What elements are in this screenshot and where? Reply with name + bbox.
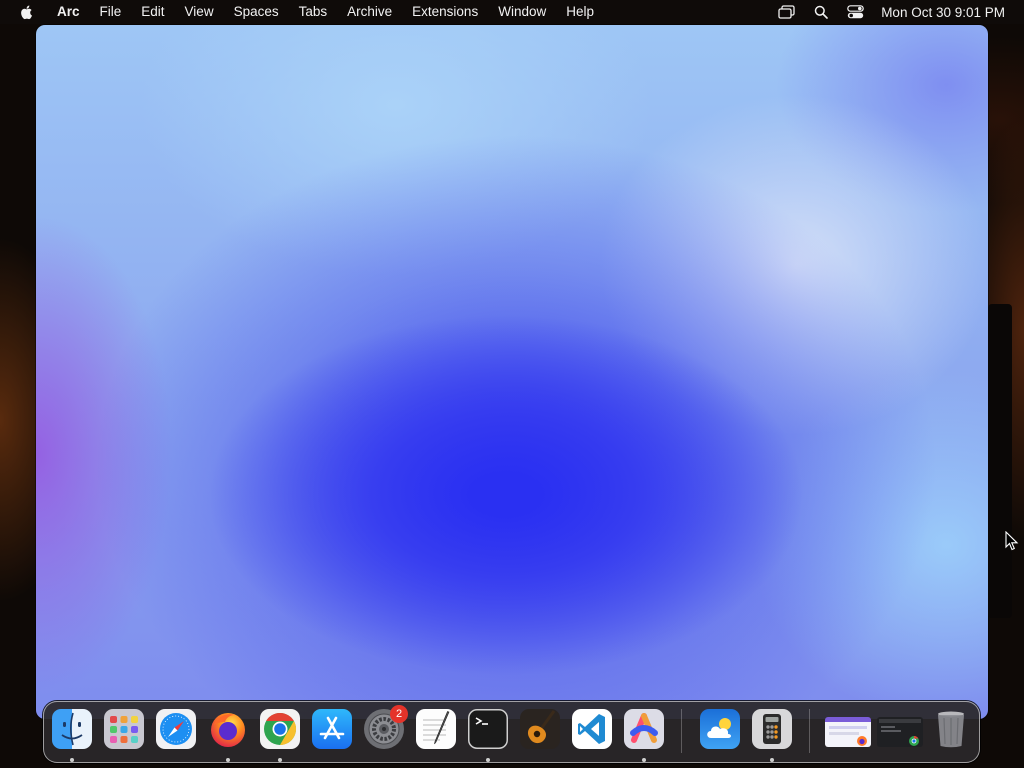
dock-item-garageband[interactable]	[518, 707, 562, 751]
dock-item-chrome[interactable]	[258, 707, 302, 762]
finder-icon	[52, 709, 92, 749]
trash-icon	[931, 709, 971, 749]
guitar-icon	[520, 709, 560, 749]
menu-bar-clock[interactable]: Mon Oct 30 9:01 PM	[881, 5, 1005, 20]
running-indicator	[770, 758, 774, 762]
running-indicator	[278, 758, 282, 762]
dock-item-calculator[interactable]	[750, 707, 794, 762]
calculator-icon	[752, 709, 792, 749]
menu-help[interactable]: Help	[556, 0, 604, 24]
launchpad-icon	[104, 709, 144, 749]
apple-logo-icon[interactable]	[19, 4, 35, 20]
minimized-window-thumbnail	[877, 717, 923, 747]
menu-tabs[interactable]: Tabs	[289, 0, 338, 24]
dock-item-textedit[interactable]	[414, 707, 458, 751]
menu-file[interactable]: File	[90, 0, 132, 24]
terminal-icon	[468, 709, 508, 749]
weather-cloud-icon	[700, 709, 740, 749]
running-indicator	[642, 758, 646, 762]
menu-view[interactable]: View	[175, 0, 224, 24]
dock-minimized-window-chrome[interactable]	[875, 707, 923, 751]
notification-badge: 2	[390, 705, 408, 723]
dock-item-firefox[interactable]	[206, 707, 250, 762]
firefox-icon	[208, 709, 248, 749]
chrome-icon	[260, 709, 300, 749]
arc-browser-window[interactable]	[36, 25, 988, 719]
dock-separator	[809, 709, 810, 753]
running-indicator	[486, 758, 490, 762]
menu-spaces[interactable]: Spaces	[224, 0, 289, 24]
dock-item-trash[interactable]	[929, 707, 973, 751]
running-indicator	[226, 758, 230, 762]
dock-item-app-store[interactable]	[310, 707, 354, 751]
dock-item-weather[interactable]	[698, 707, 742, 751]
dock-item-system-settings[interactable]: 2	[362, 705, 408, 751]
dock-separator	[681, 709, 682, 753]
textedit-icon	[416, 709, 456, 749]
dock-item-vscode[interactable]	[570, 707, 614, 751]
spotlight-search-icon[interactable]	[812, 4, 830, 20]
screen-mirroring-icon[interactable]	[778, 4, 796, 20]
menu-edit[interactable]: Edit	[131, 0, 174, 24]
arc-icon	[624, 709, 664, 749]
dock-item-finder[interactable]	[50, 707, 94, 762]
menu-window[interactable]: Window	[488, 0, 556, 24]
menu-app-name[interactable]: Arc	[47, 0, 90, 24]
dock-item-safari[interactable]	[154, 707, 198, 751]
minimized-window-thumbnail	[825, 717, 871, 747]
dock: 2	[43, 701, 980, 763]
running-indicator	[70, 758, 74, 762]
dock-item-terminal[interactable]	[466, 707, 510, 762]
dock-minimized-window-firefox[interactable]	[823, 707, 871, 751]
control-center-icon[interactable]	[846, 4, 864, 20]
menu-extensions[interactable]: Extensions	[402, 0, 488, 24]
menu-bar: Arc File Edit View Spaces Tabs Archive E…	[0, 0, 1024, 24]
vscode-icon	[572, 709, 612, 749]
background-window-edge	[988, 304, 1012, 618]
mouse-cursor-icon	[1005, 530, 1019, 551]
safari-compass-icon	[156, 709, 196, 749]
app-store-icon	[312, 709, 352, 749]
dock-item-arc[interactable]	[622, 707, 666, 762]
menu-archive[interactable]: Archive	[337, 0, 402, 24]
dock-item-launchpad[interactable]	[102, 707, 146, 751]
